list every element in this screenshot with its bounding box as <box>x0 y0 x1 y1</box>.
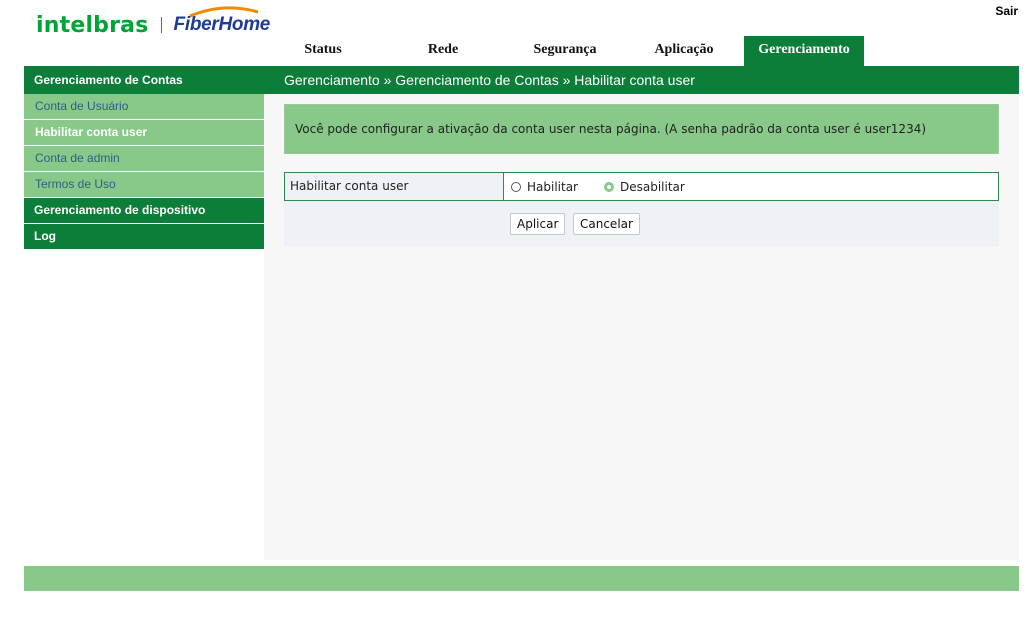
apply-button[interactable]: Aplicar <box>510 213 566 235</box>
enable-user-row: Habilitar conta user Habilitar Desabilit… <box>284 172 999 201</box>
tab-gerenciamento[interactable]: Gerenciamento <box>744 36 864 66</box>
sidebar-item-terms-of-use[interactable]: Termos de Uso <box>24 172 264 198</box>
sidebar-section-log[interactable]: Log <box>24 224 264 250</box>
tab-aplicacao[interactable]: Aplicação <box>644 36 724 66</box>
sidebar-section-account-management[interactable]: Gerenciamento de Contas <box>24 66 264 94</box>
radio-desabilitar[interactable]: Desabilitar <box>604 173 685 200</box>
tab-status[interactable]: Status <box>288 36 358 66</box>
breadcrumb: Gerenciamento » Gerenciamento de Contas … <box>284 72 695 88</box>
logout-link[interactable]: Sair <box>995 4 1018 18</box>
top-navigation: Status Rede Segurança Aplicação Gerencia… <box>264 36 904 66</box>
tab-seguranca[interactable]: Segurança <box>522 36 608 66</box>
logo: intelbras FiberHome <box>36 6 270 40</box>
fiberhome-swoosh-icon <box>188 6 258 18</box>
intelbras-logo: intelbras <box>36 12 149 38</box>
sidebar: Gerenciamento de Contas Conta de Usuário… <box>24 66 264 250</box>
fiberhome-logo: FiberHome <box>174 6 270 36</box>
sidebar-section-device-management[interactable]: Gerenciamento de dispositivo <box>24 198 264 224</box>
logo-divider <box>160 17 162 33</box>
tab-rede[interactable]: Rede <box>418 36 468 66</box>
cancel-button[interactable]: Cancelar <box>573 213 640 235</box>
radio-unchecked-icon[interactable] <box>511 181 521 192</box>
enable-user-label: Habilitar conta user <box>285 173 504 200</box>
info-message: Você pode configurar a ativação da conta… <box>284 104 999 154</box>
radio-habilitar[interactable]: Habilitar <box>511 173 578 200</box>
sidebar-item-enable-user-account[interactable]: Habilitar conta user <box>24 120 264 146</box>
main-content: Você pode configurar a ativação da conta… <box>264 94 1019 560</box>
radio-habilitar-label: Habilitar <box>527 179 578 194</box>
radio-checked-icon[interactable] <box>604 181 614 192</box>
radio-desabilitar-label: Desabilitar <box>620 179 685 194</box>
sidebar-item-admin-account[interactable]: Conta de admin <box>24 146 264 172</box>
button-area: Aplicar Cancelar <box>284 201 999 246</box>
footer-bar <box>24 566 1019 591</box>
sidebar-item-user-account[interactable]: Conta de Usuário <box>24 94 264 120</box>
